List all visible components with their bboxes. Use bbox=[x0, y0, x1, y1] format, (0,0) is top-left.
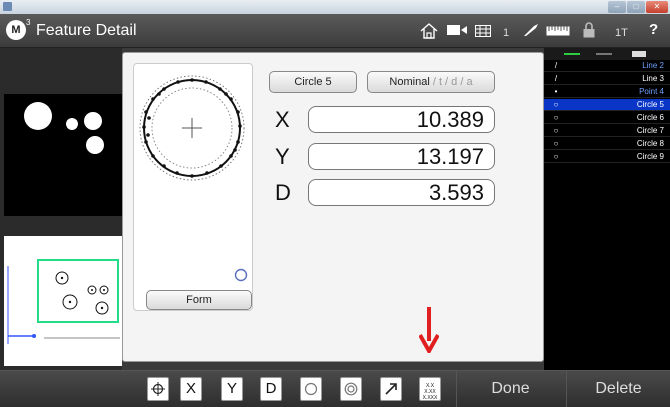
nominal-suffix: / t / d / a bbox=[429, 76, 473, 88]
camera-icon[interactable] bbox=[446, 23, 468, 37]
circle-icon: ○ bbox=[553, 113, 559, 122]
feature-list-item-label: Line 2 bbox=[642, 61, 664, 70]
part-hole bbox=[24, 102, 52, 130]
decimal-places-button[interactable]: X.X X.XX X.XXX bbox=[419, 377, 441, 401]
line-icon: / bbox=[554, 61, 558, 70]
d-label: D bbox=[275, 180, 291, 205]
part-hole bbox=[86, 136, 104, 154]
app-logo: M bbox=[6, 20, 26, 40]
feature-list-item[interactable]: • Point 4 bbox=[544, 86, 670, 98]
crosshair-button[interactable] bbox=[147, 377, 169, 401]
feature-list-item[interactable]: / Line 2 bbox=[544, 60, 670, 72]
x-label: X bbox=[275, 107, 290, 132]
help-button[interactable]: ? bbox=[649, 22, 658, 38]
decimal-places-label: X.X X.XX X.XXX bbox=[422, 383, 438, 401]
red-arrow-icon bbox=[419, 307, 439, 353]
tool-label[interactable]: 1T bbox=[615, 25, 628, 41]
feature-list-item-label: Circle 8 bbox=[636, 139, 664, 148]
done-button[interactable]: Done bbox=[456, 371, 564, 407]
circle-icon bbox=[234, 268, 248, 282]
part-hole bbox=[66, 118, 78, 130]
feature-list-item[interactable]: ○ Circle 6 bbox=[544, 112, 670, 124]
concentric-circle-button[interactable] bbox=[340, 377, 362, 401]
list-filter-icon[interactable] bbox=[632, 51, 646, 57]
form-panel: Form bbox=[133, 63, 253, 311]
point-icon: • bbox=[554, 87, 558, 96]
feature-list-item[interactable]: ○ Circle 5 bbox=[544, 99, 670, 111]
diagonal-arrow-icon bbox=[385, 383, 397, 395]
title-bar: M 3 Feature Detail 1 1T ? bbox=[0, 14, 670, 48]
circle-icon: ○ bbox=[553, 139, 559, 148]
circle-icon: ○ bbox=[553, 152, 559, 161]
feature-list: / Line 2 / Line 3 • Point 4 ○ Circle 5 ○ Circle 6… bbox=[544, 48, 670, 370]
d-button[interactable]: D bbox=[260, 377, 282, 401]
y-value[interactable]: 13.197 bbox=[308, 143, 495, 170]
line-icon: / bbox=[554, 74, 558, 83]
ruler-icon[interactable] bbox=[546, 26, 570, 36]
form-button[interactable]: Form bbox=[146, 290, 252, 310]
nominal-label: Nominal bbox=[389, 76, 430, 88]
feature-list-item-label: Circle 9 bbox=[636, 152, 664, 161]
app-window: – □ ✕ M 3 Feature Detail 1 1T ? Form Cir… bbox=[0, 0, 670, 407]
bottom-toolbar: X Y D X.X X.XX X.XXX Done Delete bbox=[0, 370, 670, 407]
nominal-button[interactable]: Nominal / t / d / a bbox=[367, 71, 495, 93]
feature-list-item-label: Circle 5 bbox=[636, 100, 664, 109]
feature-list-item[interactable]: ○ Circle 9 bbox=[544, 151, 670, 163]
feature-list-item-label: Point 4 bbox=[639, 87, 664, 96]
feature-list-item[interactable]: ○ Circle 8 bbox=[544, 138, 670, 150]
d-value[interactable]: 3.593 bbox=[308, 179, 495, 206]
form-plot bbox=[139, 75, 245, 181]
feature-list-item[interactable]: ○ Circle 7 bbox=[544, 125, 670, 137]
grid-icon[interactable] bbox=[475, 25, 491, 37]
x-value[interactable]: 10.389 bbox=[308, 106, 495, 133]
circle-icon: ○ bbox=[553, 100, 559, 109]
lock-icon[interactable] bbox=[583, 22, 595, 38]
circle-button[interactable] bbox=[300, 377, 322, 401]
x-button[interactable]: X bbox=[180, 377, 202, 401]
feature-list-item-label: Circle 6 bbox=[636, 113, 664, 122]
left-pane bbox=[0, 48, 122, 370]
maximize-icon[interactable]: □ bbox=[627, 1, 645, 13]
app-logo-superscript: 3 bbox=[26, 18, 31, 27]
probe-icon[interactable] bbox=[523, 23, 539, 37]
feature-name-button[interactable]: Circle 5 bbox=[269, 71, 357, 93]
list-filter-icon[interactable] bbox=[564, 53, 580, 55]
arrow-button[interactable] bbox=[380, 377, 402, 401]
list-filter-icon[interactable] bbox=[596, 53, 612, 55]
count-label: 1 bbox=[503, 27, 510, 39]
close-icon[interactable]: ✕ bbox=[646, 1, 668, 13]
minimize-icon[interactable]: – bbox=[608, 1, 626, 13]
delete-button[interactable]: Delete bbox=[566, 371, 670, 407]
video-image bbox=[4, 94, 122, 216]
part-view[interactable] bbox=[4, 236, 122, 366]
feature-list-header bbox=[544, 48, 670, 60]
system-menu-icon[interactable] bbox=[3, 2, 12, 11]
feature-list-item[interactable]: / Line 3 bbox=[544, 73, 670, 85]
feature-list-item-label: Line 3 bbox=[642, 74, 664, 83]
y-button[interactable]: Y bbox=[221, 377, 243, 401]
feature-detail-dialog: Form Circle 5 Nominal / t / d / a X 10.3… bbox=[122, 52, 544, 362]
crosshair-icon bbox=[151, 382, 165, 396]
y-label: Y bbox=[275, 144, 290, 169]
concentric-circle-icon bbox=[344, 382, 358, 396]
circle-icon bbox=[304, 382, 318, 396]
page-title: Feature Detail bbox=[36, 22, 137, 39]
window-chrome: – □ ✕ bbox=[0, 0, 670, 14]
circle-icon: ○ bbox=[553, 126, 559, 135]
feature-list-item-label: Circle 7 bbox=[636, 126, 664, 135]
part-hole bbox=[84, 112, 102, 130]
home-icon[interactable] bbox=[420, 23, 438, 39]
